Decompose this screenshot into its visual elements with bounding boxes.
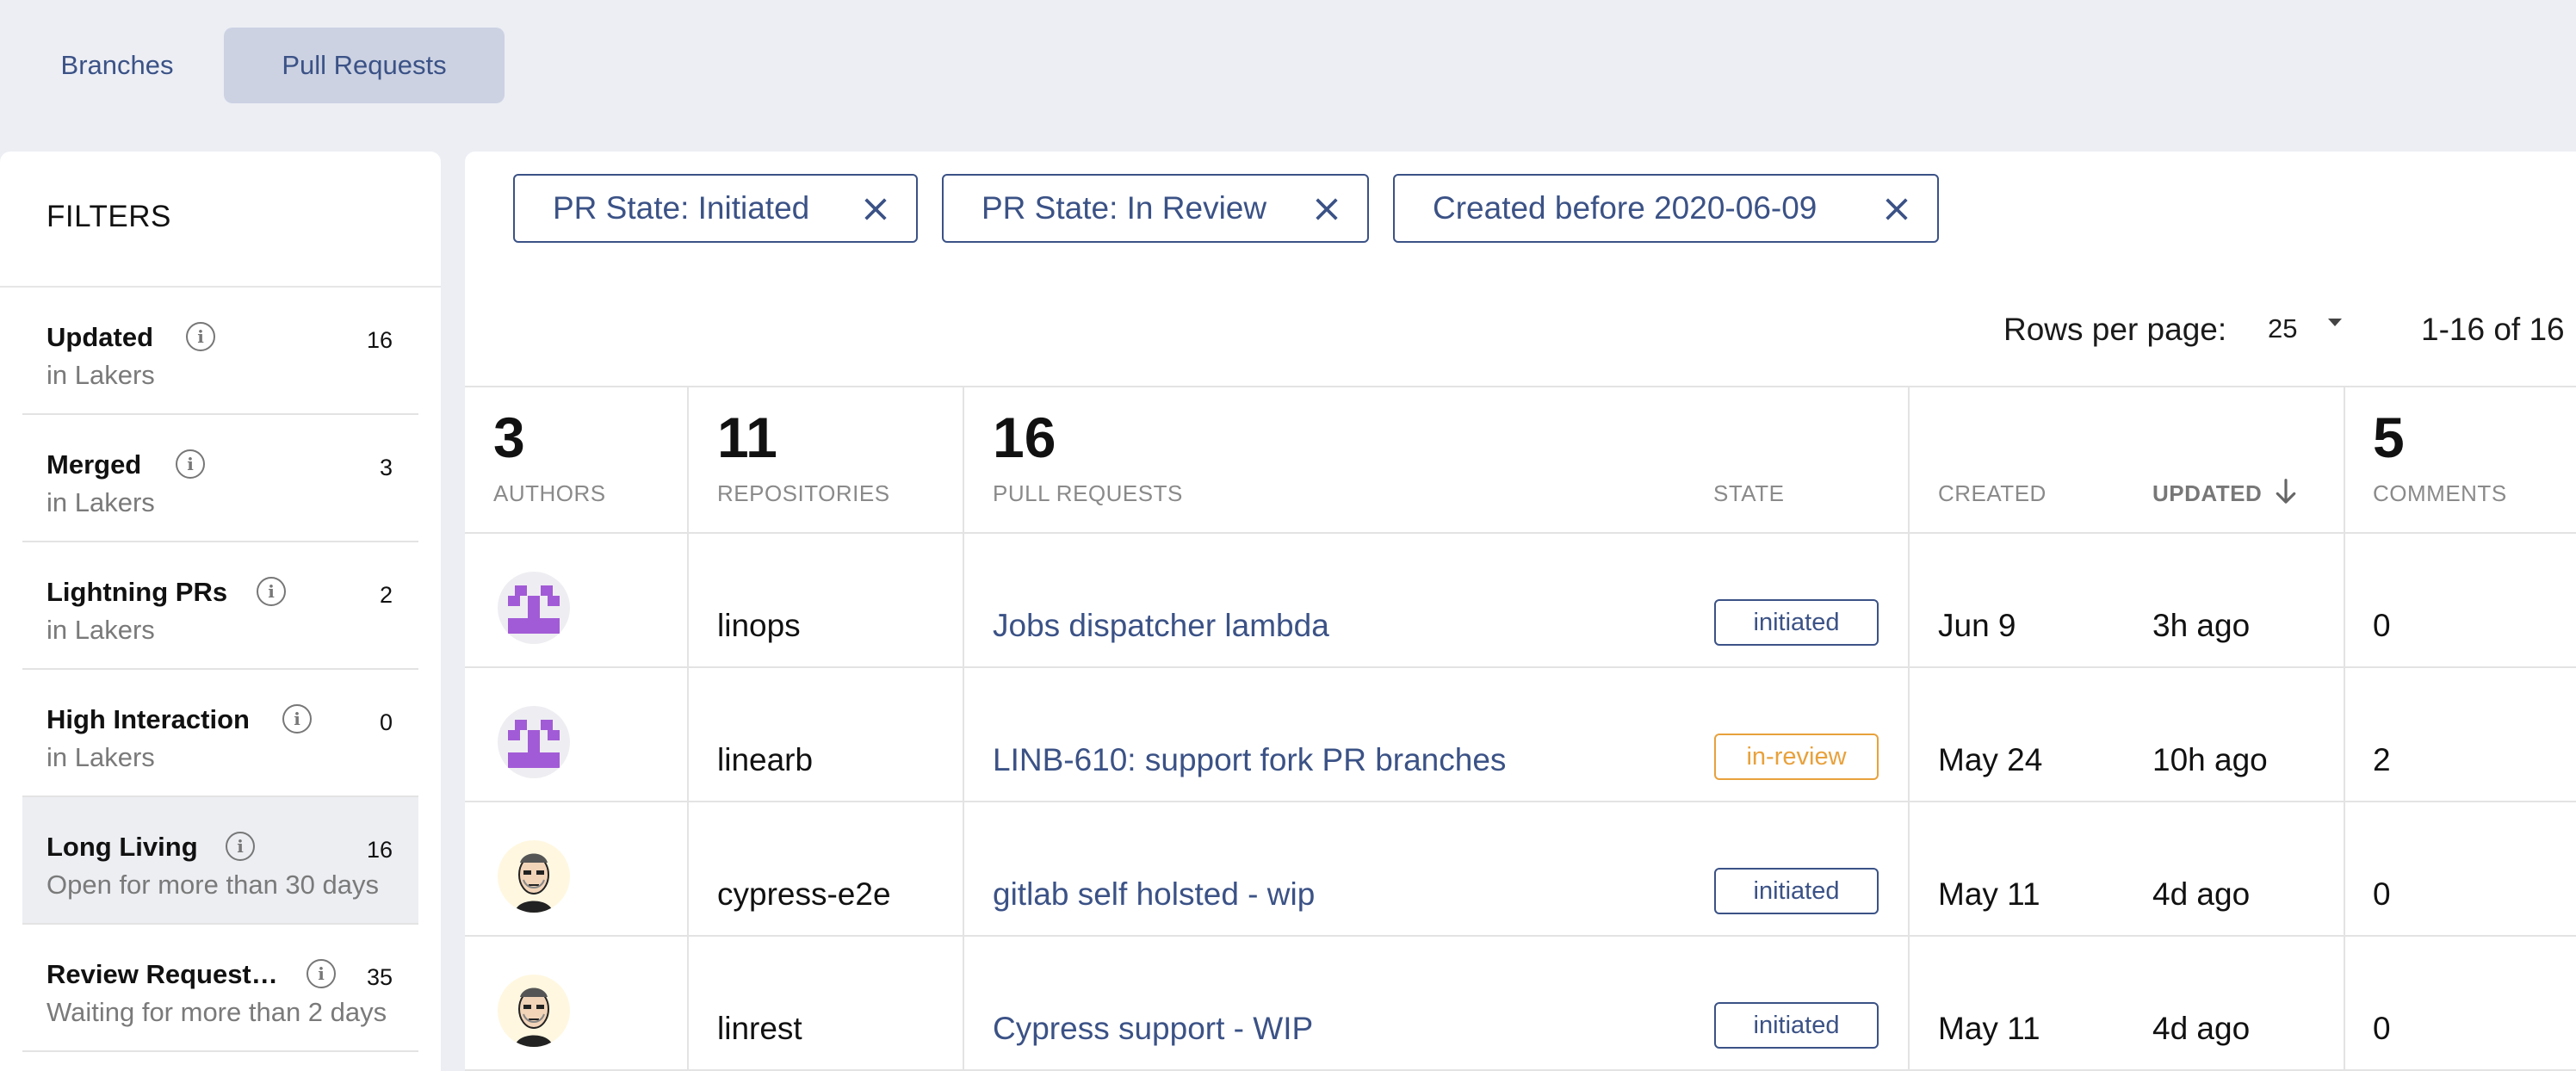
cartoon-face-avatar [498, 975, 570, 1047]
state-badge: initiated [1714, 868, 1879, 914]
authors-count: 3 [493, 405, 525, 469]
filter-subtitle: in Lakers [46, 487, 155, 517]
created-date: May 24 [1938, 742, 2043, 777]
filter-item-long-living[interactable]: Long Living i 16 Open for more than 30 d… [22, 797, 418, 925]
filter-title: Merged [46, 449, 142, 480]
tab-pull-requests[interactable]: Pull Requests [224, 28, 505, 103]
repo-name: cypress-e2e [717, 876, 891, 912]
filter-item-merged[interactable]: Merged i 3 in Lakers [22, 415, 418, 542]
chip-label: Created before 2020-06-09 [1433, 190, 1817, 226]
info-icon[interactable]: i [307, 959, 336, 988]
close-icon[interactable] [1312, 195, 1341, 224]
filter-item-review-request[interactable]: Review Request… i 35 Waiting for more th… [22, 925, 418, 1052]
filter-chip-in-review[interactable]: PR State: In Review [942, 174, 1369, 243]
filter-title: Review Request… [46, 959, 278, 989]
cartoon-face-avatar [498, 840, 570, 913]
filter-title: Updated [46, 322, 153, 352]
close-icon[interactable] [1882, 195, 1911, 224]
authors-header: AUTHORS [493, 480, 606, 506]
created-date: May 11 [1938, 876, 2040, 912]
table-top-border [465, 386, 2576, 387]
created-date: May 11 [1938, 1011, 2040, 1046]
filter-subtitle: in Lakers [46, 615, 155, 645]
comments-value: 0 [2373, 1011, 2391, 1046]
pull-requests-header: PULL REQUESTS [993, 480, 1183, 506]
comments-count: 5 [2373, 405, 2405, 469]
filter-count: 3 [379, 455, 393, 480]
column-divider [1908, 386, 1910, 1071]
filter-subtitle: Waiting for more than 2 days [46, 997, 387, 1027]
top-navigation: Branches Pull Requests [0, 0, 2576, 138]
filter-item-updated[interactable]: Updated i 16 in Lakers [22, 288, 418, 415]
comments-header: COMMENTS [2373, 480, 2507, 506]
close-icon[interactable] [861, 195, 890, 224]
state-badge: in-review [1714, 734, 1879, 780]
pull-request-link[interactable]: LINB-610: support fork PR branches [993, 742, 1506, 778]
info-icon[interactable]: i [186, 322, 215, 351]
row-divider [465, 666, 2576, 668]
updated-time: 4d ago [2152, 1011, 2251, 1046]
column-divider [687, 386, 689, 1071]
repositories-count: 11 [717, 405, 777, 469]
info-icon[interactable]: i [257, 577, 286, 606]
rows-per-page-select[interactable]: 25 [2268, 313, 2297, 344]
pull-request-link[interactable]: gitlab self holsted - wip [993, 876, 1315, 913]
column-divider [2344, 386, 2345, 1071]
filter-title: Long Living [46, 832, 198, 862]
updated-header[interactable]: UPDATED [2152, 480, 2262, 507]
caret-down-icon[interactable] [2328, 319, 2342, 326]
state-badge: initiated [1714, 599, 1879, 646]
updated-time: 4d ago [2152, 876, 2251, 912]
filter-subtitle: in Lakers [46, 742, 155, 772]
filter-count: 35 [366, 964, 393, 990]
pull-request-link[interactable]: Cypress support - WIP [993, 1011, 1313, 1047]
filter-subtitle: Open for more than 30 days [46, 870, 380, 900]
state-badge: initiated [1714, 1002, 1879, 1049]
repositories-header: REPOSITORIES [717, 480, 890, 506]
created-header[interactable]: CREATED [1938, 480, 2047, 507]
header-bottom-border [465, 532, 2576, 534]
filter-item-high-interaction[interactable]: High Interaction i 0 in Lakers [22, 670, 418, 797]
pull-request-link[interactable]: Jobs dispatcher lambda [993, 608, 1329, 644]
filters-title: FILTERS [46, 200, 171, 233]
repo-name: linops [717, 608, 801, 643]
chip-label: PR State: In Review [981, 190, 1267, 226]
comments-value: 2 [2373, 742, 2391, 777]
filter-count: 16 [366, 327, 393, 353]
repo-name: linrest [717, 1011, 802, 1046]
updated-time: 3h ago [2152, 608, 2251, 643]
filter-count: 2 [379, 582, 393, 608]
chip-label: PR State: Initiated [553, 190, 810, 226]
created-date: Jun 9 [1938, 608, 2016, 643]
row-divider [465, 801, 2576, 802]
row-divider [465, 935, 2576, 937]
identicon-avatar [498, 572, 570, 644]
pagination-range: 1-16 of 16 [2421, 312, 2565, 347]
column-divider [963, 386, 964, 1071]
tab-branches[interactable]: Branches [28, 28, 207, 103]
filter-item-lightning-prs[interactable]: Lightning PRs i 2 in Lakers [22, 542, 418, 670]
info-icon[interactable]: i [226, 832, 255, 861]
comments-value: 0 [2373, 608, 2391, 643]
filter-title: High Interaction [46, 704, 250, 734]
info-icon[interactable]: i [176, 449, 205, 479]
filter-count: 0 [379, 709, 393, 735]
filter-chip-created-before[interactable]: Created before 2020-06-09 [1393, 174, 1939, 243]
sort-down-arrow-icon[interactable] [2273, 477, 2299, 506]
identicon-avatar [498, 706, 570, 778]
filter-subtitle: in Lakers [46, 360, 155, 390]
rows-per-page-label: Rows per page: [2003, 312, 2227, 347]
filter-title: Lightning PRs [46, 577, 228, 607]
info-icon[interactable]: i [282, 704, 312, 734]
updated-time: 10h ago [2152, 742, 2268, 777]
pull-requests-count: 16 [993, 405, 1056, 469]
repo-name: linearb [717, 742, 814, 777]
comments-value: 0 [2373, 876, 2391, 912]
state-header: STATE [1713, 480, 1785, 506]
filter-count: 16 [366, 837, 393, 863]
filter-chip-initiated[interactable]: PR State: Initiated [513, 174, 918, 243]
